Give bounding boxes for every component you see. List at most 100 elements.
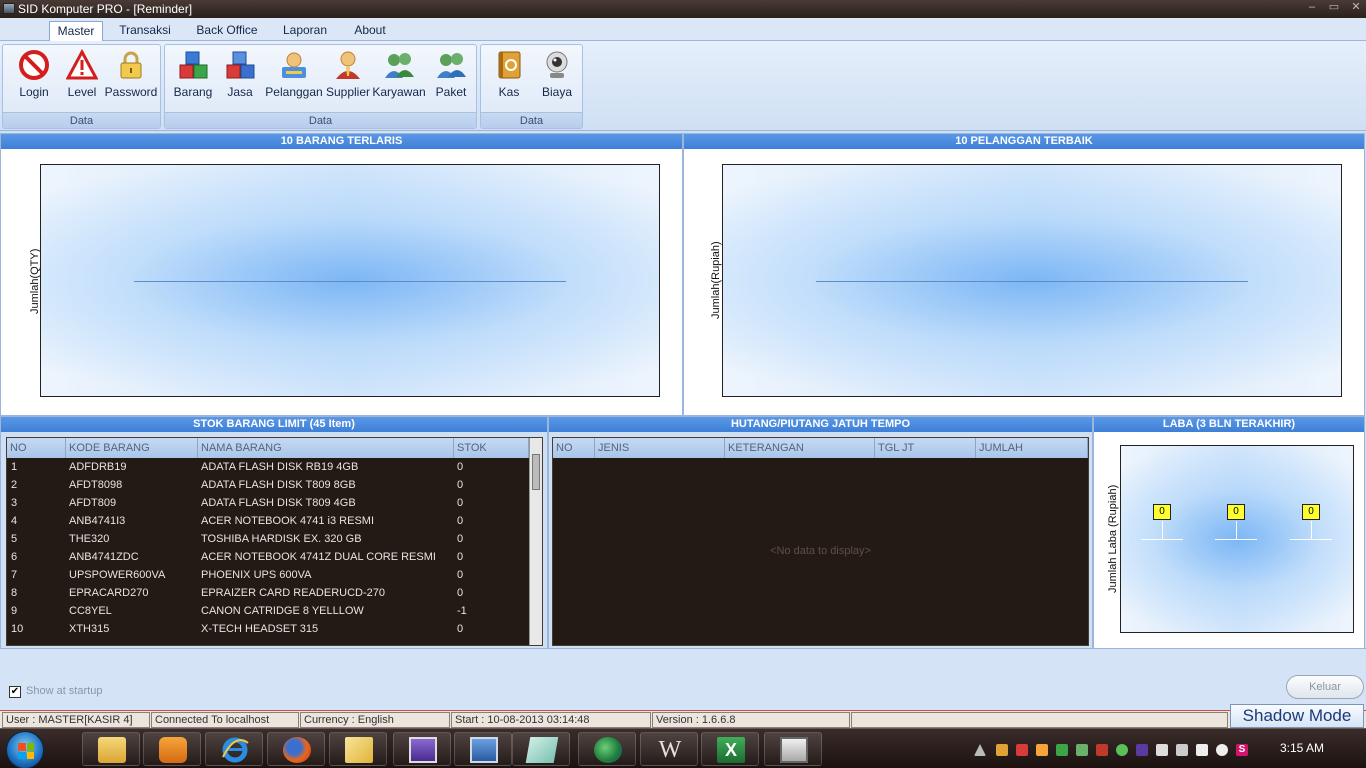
- taskbar-excel[interactable]: X: [701, 732, 759, 766]
- window-title: SID Komputer PRO - [Reminder]: [18, 2, 193, 16]
- taskbar-clock[interactable]: 3:15 AM: [1280, 741, 1324, 755]
- cell-no: 8: [11, 587, 18, 599]
- keluar-button[interactable]: Keluar: [1286, 675, 1364, 699]
- scrollbar-thumb[interactable]: [532, 454, 540, 490]
- table-row[interactable]: 8 EPRACARD270 EPRAIZER CARD READERUCD-270 0: [7, 584, 529, 602]
- taskbar-globe[interactable]: [578, 732, 636, 766]
- tray-update-icon[interactable]: [1056, 744, 1068, 756]
- col-jenis[interactable]: JENIS: [595, 438, 725, 458]
- cell-no: 2: [11, 479, 18, 491]
- taskbar-explorer[interactable]: [82, 732, 140, 766]
- taskbar-internet-explorer[interactable]: [205, 732, 263, 766]
- table-row[interactable]: 9 CC8YEL CANON CATRIDGE 8 YELLLOW -1: [7, 602, 529, 620]
- table-row[interactable]: 5 THE320 TOSHIBA HARDISK EX. 320 GB 0: [7, 530, 529, 548]
- minimize-button[interactable]: –: [1302, 1, 1322, 15]
- status-empty: [851, 712, 1228, 728]
- tray-device-icon[interactable]: [1156, 744, 1168, 756]
- cell-kode-barang: AFDT809: [69, 497, 117, 509]
- value-label: 0: [1302, 504, 1320, 520]
- tray-bluetooth-icon[interactable]: [1136, 744, 1148, 756]
- tab-about[interactable]: About: [346, 21, 394, 42]
- col-nama-barang[interactable]: NAMA BARANG: [198, 438, 454, 458]
- col-jumlah[interactable]: JUMLAH: [976, 438, 1088, 458]
- internet-explorer-icon: [221, 737, 249, 763]
- cell-stok: 0: [457, 569, 464, 581]
- col-stok[interactable]: STOK: [454, 438, 529, 458]
- tab-back-office[interactable]: Back Office: [190, 21, 264, 42]
- taskbar-window-manager[interactable]: [454, 732, 512, 766]
- tray-shield-icon[interactable]: [1016, 744, 1028, 756]
- businessman-icon: [332, 49, 364, 81]
- no-entry-icon: [18, 49, 50, 81]
- table-row[interactable]: 1 ADFDRB19 ADATA FLASH DISK RB19 4GB 0: [7, 458, 529, 476]
- laba-panel: LABA (3 BLN TERAKHIR) Jumlah Laba (Rupia…: [1093, 416, 1365, 649]
- taskbar-firefox[interactable]: [267, 732, 325, 766]
- maximize-button[interactable]: ▭: [1324, 1, 1344, 15]
- tab-laporan[interactable]: Laporan: [278, 21, 332, 42]
- bar-tick: [1141, 539, 1183, 540]
- tray-status-icon[interactable]: [1116, 744, 1128, 756]
- tray-s-app-icon[interactable]: S: [1236, 744, 1248, 756]
- tray-up-arrow-icon[interactable]: [974, 744, 986, 756]
- show-at-startup-checkbox[interactable]: ✔: [9, 686, 21, 698]
- taskbar-media-player[interactable]: [143, 732, 201, 766]
- status-version: Version : 1.6.6.8: [652, 712, 850, 728]
- footer-area: [0, 648, 1366, 710]
- cell-kode-barang: ANB4741ZDC: [69, 551, 139, 563]
- w-letter-icon: W: [658, 737, 682, 763]
- taskbar-note[interactable]: [512, 732, 570, 766]
- cell-no: 6: [11, 551, 18, 563]
- jasa-button[interactable]: Jasa: [216, 49, 264, 105]
- system-tray: S: [968, 733, 1248, 765]
- karyawan-button[interactable]: Karyawan: [372, 49, 426, 105]
- webcam-icon: [541, 49, 573, 81]
- biaya-button[interactable]: Biaya: [533, 49, 581, 105]
- close-button[interactable]: ✕: [1346, 1, 1366, 15]
- taskbar-presentation[interactable]: [393, 732, 451, 766]
- taskbar-editor[interactable]: [329, 732, 387, 766]
- tab-master[interactable]: Master: [49, 21, 103, 42]
- table-row[interactable]: 6 ANB4741ZDC ACER NOTEBOOK 4741Z DUAL CORE…: [7, 548, 529, 566]
- col-tgl-jt[interactable]: TGL JT: [875, 438, 976, 458]
- table-row[interactable]: 10 XTH315 X-TECH HEADSET 315 0: [7, 620, 529, 638]
- tray-volume-icon[interactable]: [1216, 744, 1228, 756]
- paket-button[interactable]: Paket: [427, 49, 475, 105]
- password-button[interactable]: Password: [105, 49, 157, 105]
- tray-app-icon[interactable]: [996, 744, 1008, 756]
- ribbon-group-finance: Kas Biaya Data: [480, 44, 583, 129]
- cell-kode-barang: THE320: [69, 533, 110, 545]
- table-row[interactable]: 2 AFDT8098 ADATA FLASH DISK T809 8GB 0: [7, 476, 529, 494]
- vertical-scrollbar[interactable]: [529, 438, 542, 645]
- col-no[interactable]: NO: [553, 438, 595, 458]
- taskbar-word-document[interactable]: W: [640, 732, 698, 766]
- tab-transaksi[interactable]: Transaksi: [113, 21, 177, 42]
- table-row[interactable]: 4 ANB4741I3 ACER NOTEBOOK 4741 i3 RESMI 0: [7, 512, 529, 530]
- col-keterangan[interactable]: KETERANGAN: [725, 438, 875, 458]
- cell-kode-barang: UPSPOWER600VA: [69, 569, 166, 581]
- table-row[interactable]: 3 AFDT809 ADATA FLASH DISK T809 4GB 0: [7, 494, 529, 512]
- pelanggan-button[interactable]: Pelanggan: [265, 49, 323, 105]
- table-row[interactable]: 7 UPSPOWER600VA PHOENIX UPS 600VA 0: [7, 566, 529, 584]
- hutang-grid[interactable]: NO JENIS KETERANGAN TGL JT JUMLAH <No da…: [552, 437, 1089, 646]
- tray-music-icon[interactable]: [1036, 744, 1048, 756]
- tray-network-monitor-icon[interactable]: [1196, 744, 1208, 756]
- users-group-icon: [435, 49, 467, 81]
- tray-security-icon[interactable]: [1096, 744, 1108, 756]
- cubes-blue-icon: [224, 49, 256, 81]
- cell-stok: 0: [457, 533, 464, 545]
- cell-stok: 0: [457, 497, 464, 509]
- shadow-mode-badge[interactable]: Shadow Mode: [1230, 704, 1364, 728]
- start-button[interactable]: [6, 731, 44, 768]
- taskbar-monitor[interactable]: [764, 732, 822, 766]
- tray-usb-icon[interactable]: [1176, 744, 1188, 756]
- employees-icon: [383, 49, 415, 81]
- col-no[interactable]: NO: [7, 438, 66, 458]
- tray-network-icon[interactable]: [1076, 744, 1088, 756]
- cell-nama-barang: CANON CATRIDGE 8 YELLLOW: [201, 605, 364, 617]
- stok-grid[interactable]: NO KODE BARANG NAMA BARANG STOK 1 ADFDRB1…: [6, 437, 543, 646]
- taskbar: W X S 3:15 AM: [0, 728, 1366, 768]
- cell-nama-barang: TOSHIBA HARDISK EX. 320 GB: [201, 533, 362, 545]
- col-kode-barang[interactable]: KODE BARANG: [66, 438, 198, 458]
- status-currency: Currency : English: [300, 712, 450, 728]
- bar-tick: [1290, 539, 1332, 540]
